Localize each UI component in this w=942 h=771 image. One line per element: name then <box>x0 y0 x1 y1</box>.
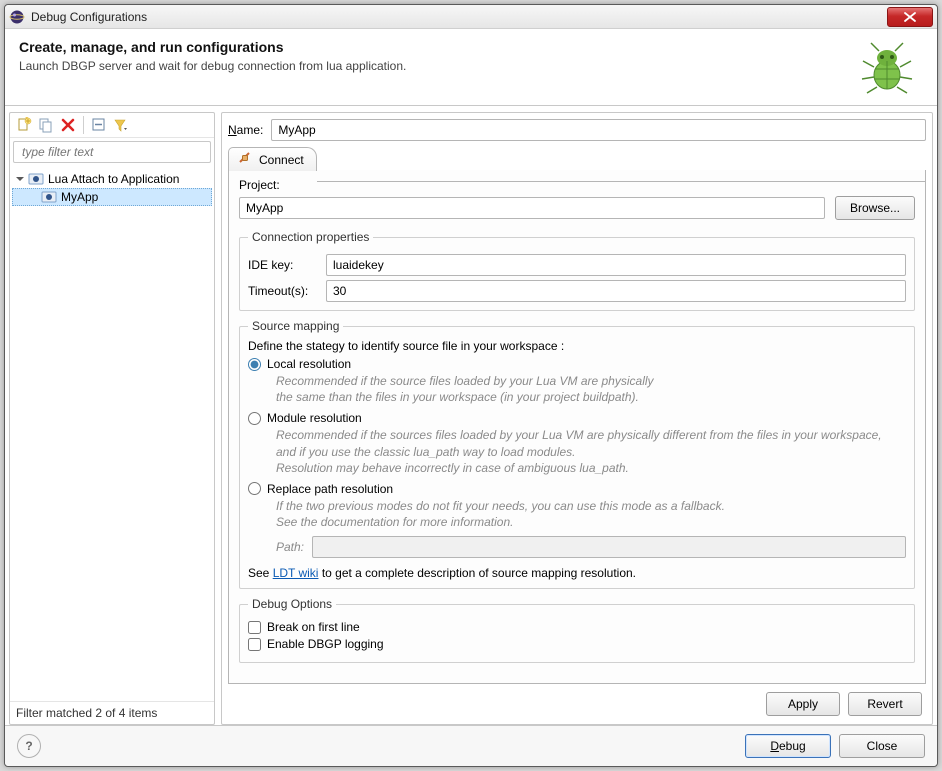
tab-strip-filler <box>317 178 926 182</box>
debug-options-group: Debug Options Break on first line Enable… <box>239 597 915 663</box>
tab-strip: Connect <box>228 147 926 171</box>
local-resolution-help: Recommended if the source files loaded b… <box>276 373 906 405</box>
dialog-body: Lua Attach to Application MyApp Filter m… <box>5 106 937 725</box>
debug-button[interactable]: Debug <box>745 734 831 758</box>
browse-project-button[interactable]: Browse... <box>835 196 915 220</box>
new-config-button[interactable] <box>15 116 33 134</box>
break-first-line-label: Break on first line <box>267 620 360 634</box>
enable-dbgp-logging-label: Enable DBGP logging <box>267 637 384 651</box>
tree-category-row[interactable]: Lua Attach to Application <box>10 170 214 188</box>
tab-connect[interactable]: Connect <box>228 147 317 171</box>
tree-item-label: MyApp <box>61 190 98 204</box>
duplicate-config-button[interactable] <box>37 116 55 134</box>
timeout-label: Timeout(s): <box>248 284 326 298</box>
config-name-input[interactable] <box>271 119 926 141</box>
apply-button[interactable]: Apply <box>766 692 840 716</box>
window-close-button[interactable] <box>887 7 933 27</box>
tab-connect-label: Connect <box>259 153 304 167</box>
ldt-wiki-link[interactable]: LDT wiki <box>273 566 319 580</box>
toolbar-separator <box>83 116 84 134</box>
source-mapping-legend: Source mapping <box>248 319 343 333</box>
enable-dbgp-logging-checkbox[interactable] <box>248 638 261 651</box>
source-mapping-group: Source mapping Define the stategy to ide… <box>239 319 915 589</box>
header-panel: Create, manage, and run configurations L… <box>5 29 937 106</box>
help-button[interactable]: ? <box>17 734 41 758</box>
apply-revert-row: Apply Revert <box>228 684 926 720</box>
path-input <box>312 536 906 558</box>
ide-key-input[interactable] <box>326 254 906 276</box>
module-resolution-radio[interactable] <box>248 412 261 425</box>
ide-key-label: IDE key: <box>248 258 326 272</box>
project-input[interactable] <box>239 197 825 219</box>
filter-status: Filter matched 2 of 4 items <box>10 701 214 724</box>
config-editor-pane: Name: Connect Project: Browse... C <box>221 112 933 725</box>
debug-options-legend: Debug Options <box>248 597 336 611</box>
header-subtitle: Launch DBGP server and wait for debug co… <box>19 59 857 73</box>
timeout-input[interactable] <box>326 280 906 302</box>
dialog-button-bar: ? Debug Close <box>5 725 937 766</box>
dialog-window: Debug Configurations Create, manage, and… <box>4 4 938 767</box>
tree-category-label: Lua Attach to Application <box>48 172 179 186</box>
name-label: Name: <box>228 123 263 137</box>
path-label: Path: <box>276 540 304 554</box>
tab-connect-body: Project: Browse... Connection properties… <box>228 170 926 684</box>
lua-config-icon <box>28 171 44 187</box>
revert-button[interactable]: Revert <box>848 692 922 716</box>
filter-input-wrap <box>13 141 211 163</box>
help-icon: ? <box>25 739 32 753</box>
expand-toggle[interactable] <box>14 173 26 185</box>
module-resolution-label: Module resolution <box>267 411 362 425</box>
local-resolution-label: Local resolution <box>267 357 351 371</box>
lua-config-icon <box>41 189 57 205</box>
close-button[interactable]: Close <box>839 734 925 758</box>
title-bar[interactable]: Debug Configurations <box>5 5 937 29</box>
tree-item-row[interactable]: MyApp <box>12 188 212 206</box>
window-title: Debug Configurations <box>31 10 887 24</box>
replace-path-label: Replace path resolution <box>267 482 393 496</box>
tree-toolbar <box>10 113 214 138</box>
break-first-line-checkbox[interactable] <box>248 621 261 634</box>
collapse-all-button[interactable] <box>90 116 108 134</box>
connection-properties-group: Connection properties IDE key: Timeout(s… <box>239 230 915 311</box>
debug-bug-icon <box>857 35 917 95</box>
header-title: Create, manage, and run configurations <box>19 39 857 55</box>
config-tree[interactable]: Lua Attach to Application MyApp <box>10 166 214 701</box>
delete-config-button[interactable] <box>59 116 77 134</box>
connection-properties-legend: Connection properties <box>248 230 373 244</box>
config-tree-pane: Lua Attach to Application MyApp Filter m… <box>9 112 215 725</box>
replace-path-help: If the two previous modes do not fit you… <box>276 498 906 530</box>
ldt-wiki-note: See LDT wiki to get a complete descripti… <box>248 566 906 580</box>
module-resolution-help: Recommended if the sources files loaded … <box>276 427 906 476</box>
local-resolution-radio[interactable] <box>248 358 261 371</box>
filter-input[interactable] <box>20 144 204 160</box>
replace-path-radio[interactable] <box>248 482 261 495</box>
source-mapping-desc: Define the stategy to identify source fi… <box>248 339 906 353</box>
connect-icon <box>237 150 253 169</box>
filter-menu-button[interactable] <box>112 116 130 134</box>
eclipse-icon <box>9 9 25 25</box>
